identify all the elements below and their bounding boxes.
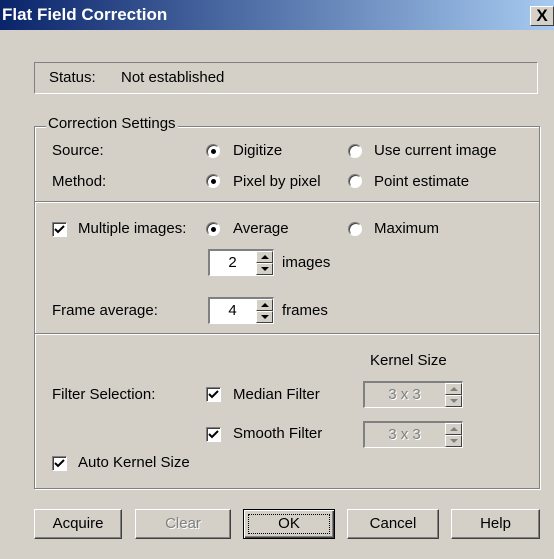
correction-settings-legend: Correction Settings [46,115,178,132]
radio-selected-dot [211,149,216,154]
up-arrow-icon [450,387,458,391]
status-field: Status: Not established [34,62,538,94]
median-spin-up-button [445,383,462,395]
up-arrow-icon [450,427,458,431]
radio-selected-dot [211,179,216,184]
acquire-button-label: Acquire [52,515,104,532]
median-spin-down-button [445,395,462,407]
images-count-spinner[interactable]: 2 [208,249,274,276]
down-arrow-icon [450,439,458,443]
checkmark-icon [208,390,219,399]
checkmark-icon [54,225,65,234]
up-arrow-icon [261,255,269,259]
checkmark-icon [54,459,65,468]
multiple-images-checkbox[interactable] [52,222,67,237]
smooth-spin-down-button [445,435,462,447]
kernel-size-header: Kernel Size [370,352,447,369]
multiple-images-label[interactable]: Multiple images: [78,220,186,237]
auto-kernel-size-label[interactable]: Auto Kernel Size [78,454,190,471]
radio-selected-dot [211,227,216,232]
source-digitize-radio[interactable] [206,144,220,158]
ok-button-label: OK [278,515,300,532]
down-arrow-icon [261,267,269,271]
window-title: Flat Field Correction [2,5,168,24]
checkmark-icon [208,430,219,439]
down-arrow-icon [261,315,269,319]
ok-button[interactable]: OK [243,509,335,539]
up-arrow-icon [261,303,269,307]
status-label: Status: [49,69,96,86]
status-value: Not established [121,69,225,86]
title-bar: Flat Field Correction X [0,0,554,30]
average-label[interactable]: Average [233,220,289,237]
images-spin-up-button[interactable] [256,251,273,263]
frame-spin-down-button[interactable] [256,311,273,323]
frame-average-value[interactable]: 4 [210,302,255,319]
down-arrow-icon [450,399,458,403]
help-button-label: Help [480,515,511,532]
frame-spin-up-button[interactable] [256,299,273,311]
median-filter-checkbox[interactable] [206,387,221,402]
frames-unit-label: frames [282,302,328,319]
images-count-value[interactable]: 2 [210,254,255,271]
median-kernel-spinner: 3 x 3 [363,381,463,408]
method-label: Method: [52,173,107,190]
filter-selection-label: Filter Selection: [52,386,156,403]
method-pixel-label[interactable]: Pixel by pixel [233,173,321,190]
auto-kernel-size-checkbox[interactable] [52,456,67,471]
frame-average-label: Frame average: [52,302,158,319]
method-point-radio[interactable] [348,174,362,188]
frame-average-spinner[interactable]: 4 [208,297,274,324]
source-label: Source: [52,142,104,159]
acquire-button[interactable]: Acquire [34,509,122,539]
close-button[interactable]: X [530,6,554,26]
images-spin-down-button[interactable] [256,263,273,275]
maximum-radio[interactable] [348,222,362,236]
correction-settings-group [34,126,540,202]
source-current-image-radio[interactable] [348,144,362,158]
help-button[interactable]: Help [451,509,540,539]
median-filter-label[interactable]: Median Filter [233,386,320,403]
average-radio[interactable] [206,222,220,236]
smooth-spin-up-button [445,423,462,435]
source-digitize-label[interactable]: Digitize [233,142,282,159]
source-current-image-label[interactable]: Use current image [374,142,497,159]
smooth-filter-label[interactable]: Smooth Filter [233,425,322,442]
smooth-kernel-spinner: 3 x 3 [363,421,463,448]
clear-button: Clear [135,509,231,539]
smooth-kernel-value: 3 x 3 [388,426,421,443]
close-icon: X [536,6,548,25]
images-unit-label: images [282,254,331,271]
smooth-filter-checkbox[interactable] [206,427,221,442]
clear-button-label: Clear [165,515,201,532]
method-pixel-radio[interactable] [206,174,220,188]
cancel-button-label: Cancel [369,515,417,532]
maximum-label[interactable]: Maximum [374,220,439,237]
cancel-button[interactable]: Cancel [347,509,439,539]
median-kernel-value: 3 x 3 [388,386,421,403]
method-point-label[interactable]: Point estimate [374,173,469,190]
